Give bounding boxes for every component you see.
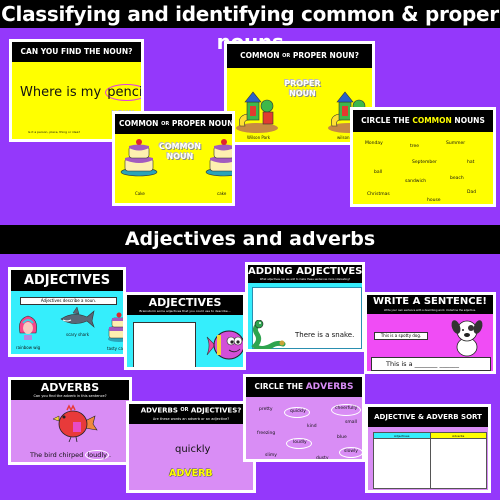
sentence-prompt-box[interactable]: This is a _______ ______ — [371, 357, 491, 371]
card-circle-adverbs: CIRCLE THE ADVERBS pretty quickly cheerf… — [243, 374, 365, 462]
playground-icon — [236, 91, 278, 133]
caption-left: Wilson Park — [247, 135, 271, 140]
cake-icon — [120, 139, 158, 177]
adverb-word: dusty — [316, 456, 329, 461]
adverb-word: quickly — [290, 409, 306, 414]
proper-noun-label: PROPER NOUN — [284, 79, 321, 98]
noun-word: beach — [450, 176, 464, 181]
adverb-word: cheerfully — [335, 406, 358, 411]
card-title: ADVERBS Can you find the adverb in this … — [11, 380, 129, 400]
hint-text: Is it a person, place, thing or idea? — [28, 130, 81, 134]
wig-icon — [19, 315, 37, 340]
noun-word: Summer — [446, 141, 466, 146]
card-adjectives-brainstorm: ADJECTIVES Brainstorm some adjectives th… — [124, 292, 246, 370]
card-title: CAN YOU FIND THE NOUN? — [12, 42, 141, 62]
card-title: WRITE A SENTENCE! Write your own sentenc… — [367, 295, 493, 314]
card-adding-adjectives: ADDING ADJECTIVES What adjectives can we… — [245, 262, 365, 352]
caption-left: Cake — [135, 191, 145, 196]
common-noun-label: COMMON NOUN — [158, 142, 202, 161]
caption: scary shark — [66, 332, 90, 337]
card-common-noun: COMMON OR PROPER NOUN? COMMON NOUN Cake … — [112, 111, 235, 206]
adverb-word: freezing — [257, 431, 276, 436]
noun-word: September — [412, 160, 437, 165]
noun-word: Christmas — [367, 192, 390, 197]
adjectives-column[interactable]: Adjectives — [374, 433, 431, 488]
noun-word: Dad — [467, 190, 477, 195]
bird-icon — [53, 404, 98, 442]
adverb-word: loudly — [293, 440, 307, 445]
card-title: COMMON OR PROPER NOUN? — [227, 44, 372, 68]
card-title: ADJECTIVES Brainstorm some adjectives th… — [127, 295, 243, 315]
circled-adverb: loudly — [85, 450, 110, 460]
snake-sentence: There is a snake. — [295, 331, 355, 339]
adverbs-column[interactable]: Adverbs — [430, 433, 486, 488]
card-title: ADDING ADJECTIVES What adjectives can we… — [248, 265, 362, 283]
card-title: ADVERBS OR ADJECTIVES? Are these words a… — [129, 404, 253, 424]
adverb-word: blue — [337, 435, 347, 440]
adverb-word: small — [345, 420, 357, 425]
cake-icon — [205, 139, 232, 177]
brainstorm-box[interactable] — [133, 322, 196, 367]
noun-sentence: Where is my pencil? — [20, 84, 141, 101]
adverb-word: kind — [307, 424, 317, 429]
noun-word: Monday — [365, 141, 383, 146]
card-title: CIRCLE THE ADVERBS — [246, 377, 362, 397]
adverb-word: pretty — [259, 407, 273, 412]
adverb-word: slowly — [344, 449, 358, 454]
card-title: CIRCLE THE COMMON NOUNS — [353, 110, 493, 132]
shark-icon — [60, 307, 95, 328]
sentence-prompt: This is a _______ ______ — [386, 360, 459, 368]
circled-noun: pencil — [105, 84, 141, 101]
noun-word: sandwich — [405, 179, 427, 184]
sort-table: Adjectives Adverbs — [373, 432, 487, 489]
caption: rainbow wig — [16, 345, 41, 350]
snake-icon — [251, 320, 286, 349]
noun-word: tree — [410, 144, 420, 149]
section-banner-adjectives-adverbs: Adjectives and adverbs — [0, 225, 500, 254]
dog-icon — [451, 320, 483, 357]
card-write-a-sentence: WRITE A SENTENCE! Write your own sentenc… — [364, 292, 496, 374]
noun-word: hat — [467, 160, 475, 165]
fish-icon — [206, 330, 243, 360]
adverb-word: slimy — [265, 453, 277, 458]
definition-box: Adjectives describe a noun. — [20, 297, 117, 305]
card-adverbs: ADVERBS Can you find the adverb in this … — [8, 377, 132, 465]
sort-word: quickly — [175, 444, 211, 455]
noun-word: house — [427, 198, 441, 203]
card-title: ADJECTIVE & ADVERB SORT — [368, 407, 488, 427]
adverb-sentence: The bird chirped loudly. — [30, 450, 112, 460]
column-header: Adverbs — [430, 433, 486, 439]
card-title: COMMON OR PROPER NOUN? — [115, 114, 232, 134]
card-circle-common-nouns: CIRCLE THE COMMON NOUNS Monday tree Summ… — [350, 107, 496, 207]
column-header: Adjectives — [374, 433, 430, 439]
card-adverbs-or-adjectives: ADVERBS OR ADJECTIVES? Are these words a… — [126, 401, 256, 493]
caption-right: cake — [217, 191, 227, 196]
section-banner-nouns: Classifying and identifying common & pro… — [0, 0, 500, 54]
card-adjective-adverb-sort: ADJECTIVE & ADVERB SORT Adjectives Adver… — [365, 404, 491, 493]
sentence-start: Where is my — [20, 85, 106, 100]
card-title: ADJECTIVES — [11, 270, 123, 291]
example-sentence-box: This is a spotty dog. — [374, 332, 428, 340]
noun-word: ball — [374, 170, 383, 175]
card-adjectives-describe: ADJECTIVES Adjectives describe a noun. r… — [8, 267, 126, 357]
answer-label: ADVERB — [169, 468, 213, 479]
